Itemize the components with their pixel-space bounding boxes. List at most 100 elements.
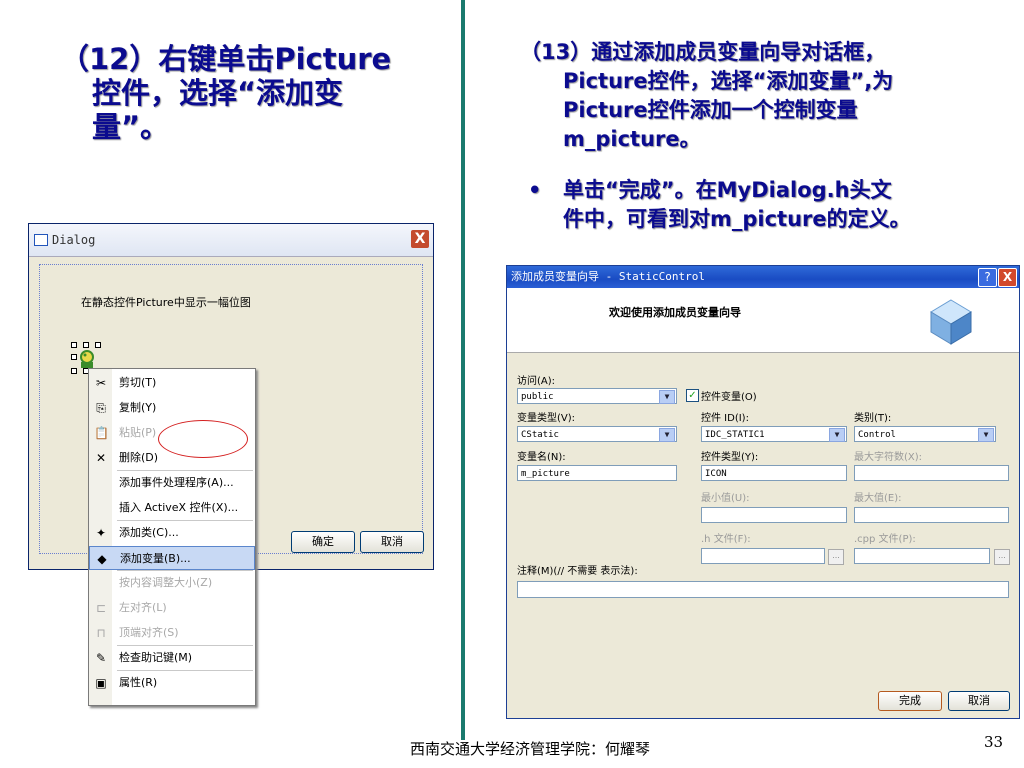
menu-item-label: 删除(D) [119, 451, 159, 464]
vertical-divider [461, 0, 465, 740]
add-class-icon: ✦ [95, 526, 107, 540]
add-member-variable-wizard: 添加成员变量向导 - StaticControl ? X 欢迎使用添加成员变量向… [506, 265, 1020, 719]
help-button[interactable]: ? [978, 268, 997, 287]
step-13-text: （13）通过添加成员变量向导对话框， Picture控件，选择“添加变量”,为 … [520, 38, 1015, 154]
menu-item-label: 复制(Y) [119, 401, 157, 414]
resize-handle[interactable] [71, 368, 77, 374]
cpp-file-label: .cpp 文件(P): [854, 534, 916, 545]
access-select[interactable]: public ▼ [517, 388, 677, 404]
menu-item-label: 属性(R) [119, 676, 158, 689]
static-text-label[interactable]: 在静态控件Picture中显示一幅位图 [81, 294, 251, 310]
wizard-close-button[interactable]: X [998, 268, 1017, 287]
variable-type-select[interactable]: CStatic ▼ [517, 426, 677, 442]
menu-item-label: 检查助记键(M) [119, 651, 193, 664]
dialog-title: Dialog [52, 233, 96, 247]
step-13-line-4: m_picture。 [563, 127, 701, 151]
cancel-button[interactable]: 取消 [360, 531, 424, 553]
highlight-ellipse [158, 420, 248, 458]
menu-item[interactable]: ✂ 剪切(T) [89, 371, 255, 395]
access-value: public [521, 392, 554, 402]
menu-item[interactable]: 插入 ActiveX 控件(X)... [89, 496, 255, 520]
variable-name-label: 变量名(N): [517, 452, 566, 463]
h-file-input[interactable] [701, 548, 825, 564]
menu-item-label: 按内容调整大小(Z) [119, 576, 213, 589]
menu-item-label: 左对齐(L) [119, 601, 167, 614]
bullet-line-2: 件中，可看到对m_picture的定义。 [563, 207, 911, 231]
variable-name-input[interactable]: m_picture [517, 465, 677, 481]
chevron-down-icon: ▼ [829, 428, 845, 442]
resize-handle[interactable] [83, 342, 89, 348]
menu-item-label: 顶端对齐(S) [119, 626, 179, 639]
menu-item-label: 剪切(T) [119, 376, 157, 389]
menu-item[interactable]: 按内容调整大小(Z) [89, 571, 255, 595]
step-12-line-1: （12）右键单击Picture [60, 42, 392, 76]
wizard-title: 添加成员变量向导 - StaticControl [511, 270, 705, 283]
scissors-icon: ✂ [95, 376, 107, 390]
delete-icon: ✕ [95, 451, 107, 465]
context-menu: ✂ 剪切(T) ⎘ 复制(Y) 📋 粘贴(P) ✕ 删除(D) 添加事件处理程序(A)... 插入… [88, 368, 256, 706]
access-label: 访问(A): [517, 376, 556, 387]
control-id-value: IDC_STATIC1 [705, 430, 765, 440]
max-value-label: 最大值(E): [854, 493, 902, 504]
chevron-down-icon: ▼ [659, 390, 675, 404]
menu-item[interactable]: ⊓ 顶端对齐(S) [89, 621, 255, 645]
menu-item-label: 添加事件处理程序(A)... [119, 476, 234, 489]
menu-item[interactable]: ⊏ 左对齐(L) [89, 596, 255, 620]
menu-item[interactable]: ✦ 添加类(C)... [89, 521, 255, 545]
page-number: 33 [984, 733, 1004, 751]
resize-handle[interactable] [95, 342, 101, 348]
wizard-header-text: 欢迎使用添加成员变量向导 [609, 306, 741, 319]
resize-handle[interactable] [71, 342, 77, 348]
variable-type-label: 变量类型(V): [517, 413, 576, 424]
align-left-icon: ⊏ [95, 601, 107, 615]
menu-item[interactable]: ▣ 属性(R) [89, 671, 255, 695]
cpp-file-browse-button[interactable]: ... [994, 549, 1010, 565]
bullet-text: • 单击“完成”。在MyDialog.h头文 件中，可看到对m_picture的… [520, 176, 1015, 234]
control-type-input[interactable]: ICON [701, 465, 847, 481]
max-chars-label: 最大字符数(X): [854, 452, 923, 463]
step-13-line-3: Picture控件添加一个控制变量 [563, 98, 858, 122]
wizard-cube-icon [930, 299, 972, 345]
menu-item-label: 插入 ActiveX 控件(X)... [119, 501, 239, 514]
comment-input[interactable] [517, 581, 1009, 598]
menu-item[interactable]: 添加事件处理程序(A)... [89, 471, 255, 495]
dialog-titlebar[interactable]: Dialog [29, 224, 433, 257]
control-variable-label: 控件变量(O) [701, 392, 757, 403]
h-file-browse-button[interactable]: ... [828, 549, 844, 565]
resize-handle[interactable] [71, 354, 77, 360]
wizard-titlebar[interactable]: 添加成员变量向导 - StaticControl [507, 266, 1019, 288]
align-top-icon: ⊓ [96, 626, 106, 640]
control-variable-checkbox[interactable]: ✓ [686, 389, 699, 402]
properties-icon: ▣ [95, 676, 107, 690]
max-chars-input[interactable] [854, 465, 1009, 481]
footer-credit: 西南交通大学经济管理学院：何耀琴 [410, 740, 651, 758]
finish-button[interactable]: 完成 [878, 691, 942, 711]
step-13-line-1: （13）通过添加成员变量向导对话框， [520, 40, 886, 64]
bullet-mark: • [528, 178, 542, 202]
wizard-header: 欢迎使用添加成员变量向导 [507, 288, 1019, 353]
control-id-label: 控件 ID(I): [701, 413, 749, 424]
menu-item[interactable]: ⎘ 复制(Y) [89, 396, 255, 420]
ok-button[interactable]: 确定 [291, 531, 355, 553]
step-12-line-3: 量”。 [92, 110, 170, 144]
menu-item-label: 添加变量(B)... [120, 552, 191, 565]
control-type-label: 控件类型(Y): [701, 452, 759, 463]
bullet-line-1: 单击“完成”。在MyDialog.h头文 [563, 178, 892, 202]
add-variable-icon: ◆ [97, 552, 107, 566]
cpp-file-input[interactable] [854, 548, 990, 564]
menu-item-label: 粘贴(P) [119, 426, 157, 439]
min-value-input[interactable] [701, 507, 847, 523]
menu-item[interactable]: ✎ 检查助记键(M) [89, 646, 255, 670]
menu-item-label: 添加类(C)... [119, 526, 179, 539]
dialog-close-button[interactable]: X [411, 230, 429, 248]
chevron-down-icon: ▼ [659, 428, 675, 442]
variable-type-value: CStatic [521, 430, 559, 440]
control-id-select[interactable]: IDC_STATIC1 ▼ [701, 426, 847, 442]
wizard-cancel-button[interactable]: 取消 [948, 691, 1010, 711]
window-icon [34, 234, 48, 246]
step-13-line-2: Picture控件，选择“添加变量”,为 [563, 69, 894, 93]
chevron-down-icon: ▼ [978, 428, 994, 442]
menu-item[interactable]: ◆ 添加变量(B)... [89, 546, 255, 570]
category-select[interactable]: Control ▼ [854, 426, 996, 442]
max-value-input[interactable] [854, 507, 1009, 523]
